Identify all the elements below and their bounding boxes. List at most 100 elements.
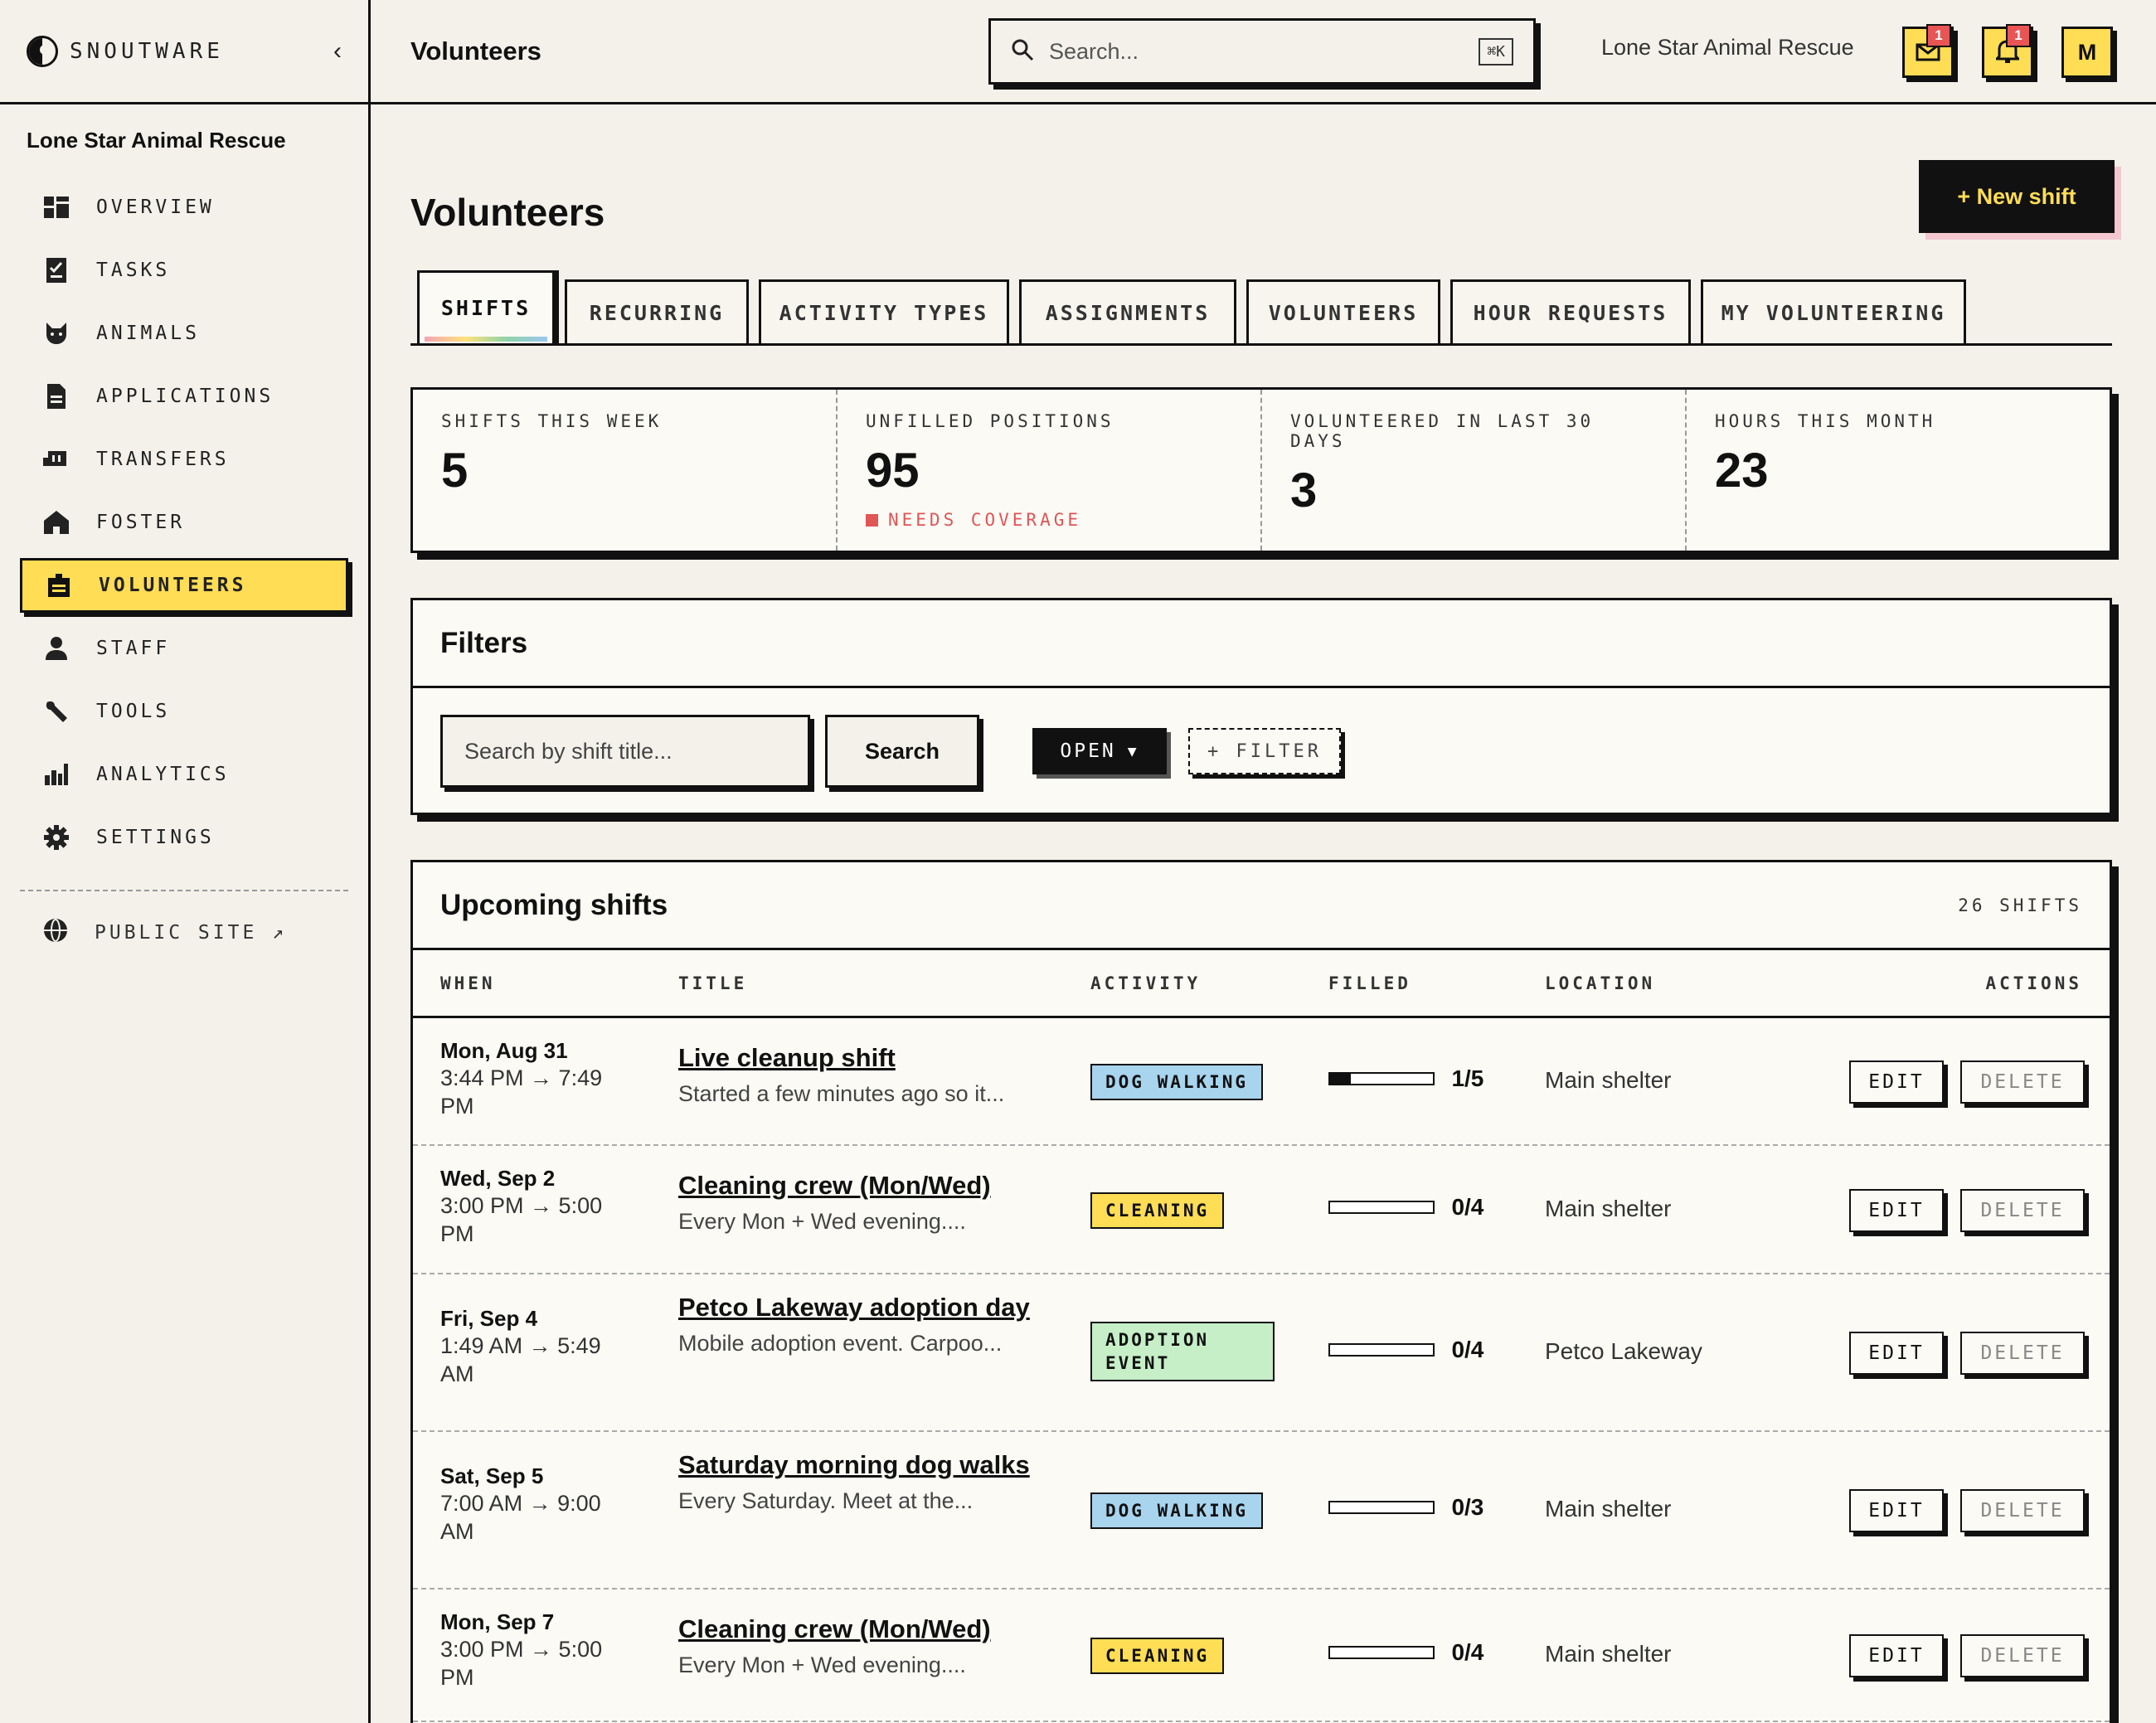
new-shift-button[interactable]: + New shift — [1919, 160, 2115, 233]
search-shortcut-hint: ⌘K — [1479, 37, 1513, 66]
upcoming-shifts-panel: Upcoming shifts 26 SHIFTS WHEN TITLE ACT… — [410, 860, 2112, 1723]
table-row: Mon, Aug 31 3:44 PM → 7:49 PM Live clean… — [413, 1018, 2110, 1146]
shift-location: Petco Lakeway — [1545, 1338, 1702, 1364]
shift-title-link[interactable]: Cleaning crew (Mon/Wed) — [678, 1166, 1035, 1206]
sidebar-item-tools[interactable]: TOOLS — [20, 684, 348, 739]
shift-time: 7:00 AM → 9:00 AM — [440, 1491, 601, 1544]
edit-button[interactable]: EDIT — [1849, 1332, 1944, 1375]
shift-date: Wed, Sep 2 — [440, 1166, 556, 1191]
tab-volunteers[interactable]: VOLUNTEERS — [1246, 279, 1440, 346]
collapse-sidebar-icon[interactable]: ‹ — [333, 37, 342, 66]
edit-button[interactable]: EDIT — [1849, 1188, 1944, 1232]
brand-name: SNOUTWARE — [70, 38, 224, 64]
stat-label: VOLUNTEERED IN LAST 30 DAYS — [1290, 411, 1595, 451]
truck-icon — [43, 446, 70, 473]
shift-location: Main shelter — [1545, 1195, 1672, 1221]
shift-count: 26 SHIFTS — [1958, 895, 2082, 915]
column-header-when: WHEN — [440, 973, 496, 993]
shift-title-link[interactable]: Saturday morning dog walks — [678, 1445, 1035, 1485]
filled-count: 0/4 — [1451, 1337, 1484, 1362]
edit-button[interactable]: EDIT — [1849, 1489, 1944, 1532]
shift-date: Mon, Sep 7 — [440, 1609, 555, 1634]
stat-value: 5 — [441, 444, 469, 497]
inbox-button[interactable]: 1 — [1902, 24, 1954, 78]
shifts-header: Upcoming shifts 26 SHIFTS — [413, 862, 2110, 950]
shift-time: 1:49 AM → 5:49 AM — [440, 1333, 601, 1386]
triangle-down-icon: ▼ — [1127, 742, 1139, 760]
filled-count: 0/4 — [1451, 1193, 1484, 1220]
sidebar-item-tasks[interactable]: TASKS — [20, 243, 348, 298]
delete-button[interactable]: DELETE — [1960, 1634, 2085, 1677]
activity-chip: CLEANING — [1090, 1192, 1225, 1229]
sidebar-header: SNOUTWARE ‹ — [0, 0, 368, 104]
shift-when: Mon, Aug 31 3:44 PM → 7:49 PM — [440, 1038, 639, 1120]
public-site-link[interactable]: PUBLIC SITE ↗ — [0, 918, 368, 948]
cat-icon — [43, 320, 70, 347]
needs-coverage-note: NEEDS COVERAGE — [866, 510, 1232, 530]
status-filter-select[interactable]: OPEN ▼ — [1032, 728, 1167, 774]
tab-recurring[interactable]: RECURRING — [565, 279, 749, 346]
stat-value: 23 — [1715, 444, 1769, 497]
sidebar-item-settings[interactable]: SETTINGS — [20, 810, 348, 865]
activity-cell: CLEANING — [1090, 1638, 1225, 1674]
edit-button[interactable]: EDIT — [1849, 1060, 1944, 1104]
shift-when: Fri, Sep 4 1:49 AM → 5:49 AM — [440, 1306, 639, 1388]
sidebar-item-analytics[interactable]: ANALYTICS — [20, 747, 348, 802]
sidebar-item-foster[interactable]: FOSTER — [20, 495, 348, 550]
add-filter-button[interactable]: + FILTER — [1188, 728, 1341, 774]
sidebar-item-label: SETTINGS — [96, 827, 215, 848]
delete-button[interactable]: DELETE — [1960, 1489, 2085, 1532]
edit-button[interactable]: EDIT — [1849, 1634, 1944, 1677]
tab-my-volunteering[interactable]: MY VOLUNTEERING — [1701, 279, 1966, 346]
filled-cell: 0/3 — [1328, 1494, 1483, 1521]
sidebar-item-label: TASKS — [96, 260, 171, 281]
stat-label: HOURS THIS MONTH — [1715, 411, 1936, 431]
filters-header: Filters — [413, 600, 2110, 688]
header-title: Volunteers — [410, 36, 541, 66]
shift-description: Started a few minutes ago so it... — [678, 1081, 1005, 1106]
table-row: Sat, Sep 5 7:00 AM → 9:00 AM Saturday mo… — [413, 1432, 2110, 1590]
shift-date: Sat, Sep 5 — [440, 1463, 544, 1488]
filled-cell: 0/4 — [1328, 1337, 1483, 1363]
tab-activity-types[interactable]: ACTIVITY TYPES — [759, 279, 1009, 346]
alert-square-icon — [866, 513, 878, 527]
filled-count: 0/4 — [1451, 1639, 1484, 1665]
shift-title-search-input[interactable] — [440, 715, 810, 788]
inbox-badge: 1 — [1926, 24, 1951, 47]
global-search-input[interactable] — [1049, 38, 1479, 65]
delete-button[interactable]: DELETE — [1960, 1332, 2085, 1375]
activity-chip: ADOPTION EVENT — [1090, 1322, 1275, 1381]
filter-row: Search OPEN ▼ + FILTER — [413, 688, 2110, 815]
table-row: Wed, Sep 2 3:00 PM → 5:00 PM Cleaning cr… — [413, 1146, 2110, 1274]
shift-location: Main shelter — [1545, 1496, 1672, 1522]
sidebar-item-animals[interactable]: ANIMALS — [20, 306, 348, 361]
table-row: Mon, Sep 7 3:00 PM → 5:00 PM Cleaning cr… — [413, 1590, 2110, 1722]
sidebar-item-volunteers[interactable]: VOLUNTEERS — [20, 558, 348, 613]
user-avatar[interactable]: M — [2061, 27, 2113, 78]
tab-shifts[interactable]: SHIFTS — [417, 270, 555, 343]
stat-label: SHIFTS THIS WEEK — [441, 411, 663, 431]
wrench-icon — [43, 698, 70, 725]
sidebar-item-applications[interactable]: APPLICATIONS — [20, 369, 348, 424]
shift-description: Every Mon + Wed evening.... — [678, 1209, 966, 1234]
logo-icon — [27, 35, 58, 67]
shift-title-link[interactable]: Cleaning crew (Mon/Wed) — [678, 1609, 1035, 1649]
tab-hour-requests[interactable]: HOUR REQUESTS — [1450, 279, 1691, 346]
delete-button[interactable]: DELETE — [1960, 1188, 2085, 1232]
activity-cell: DOG WALKING — [1090, 1064, 1264, 1100]
sidebar-item-transfers[interactable]: TRANSFERS — [20, 432, 348, 487]
gear-icon — [43, 824, 70, 851]
sidebar-item-overview[interactable]: OVERVIEW — [20, 180, 348, 235]
sidebar-item-label: ANALYTICS — [96, 764, 230, 785]
shift-title-link[interactable]: Live cleanup shift — [678, 1038, 1035, 1078]
shift-description: Every Saturday. Meet at the... — [678, 1488, 974, 1513]
shift-time: 3:00 PM → 5:00 PM — [440, 1193, 603, 1246]
delete-button[interactable]: DELETE — [1960, 1060, 2085, 1104]
search-button[interactable]: Search — [825, 715, 979, 788]
filled-cell: 0/4 — [1328, 1194, 1483, 1221]
tab-assignments[interactable]: ASSIGNMENTS — [1019, 279, 1236, 346]
notifications-button[interactable]: 1 — [1982, 24, 2033, 78]
tab-bar: SHIFTS RECURRING ACTIVITY TYPES ASSIGNME… — [410, 270, 2112, 346]
sidebar-item-staff[interactable]: STAFF — [20, 621, 348, 676]
shift-title-link[interactable]: Petco Lakeway adoption day — [678, 1288, 1035, 1327]
